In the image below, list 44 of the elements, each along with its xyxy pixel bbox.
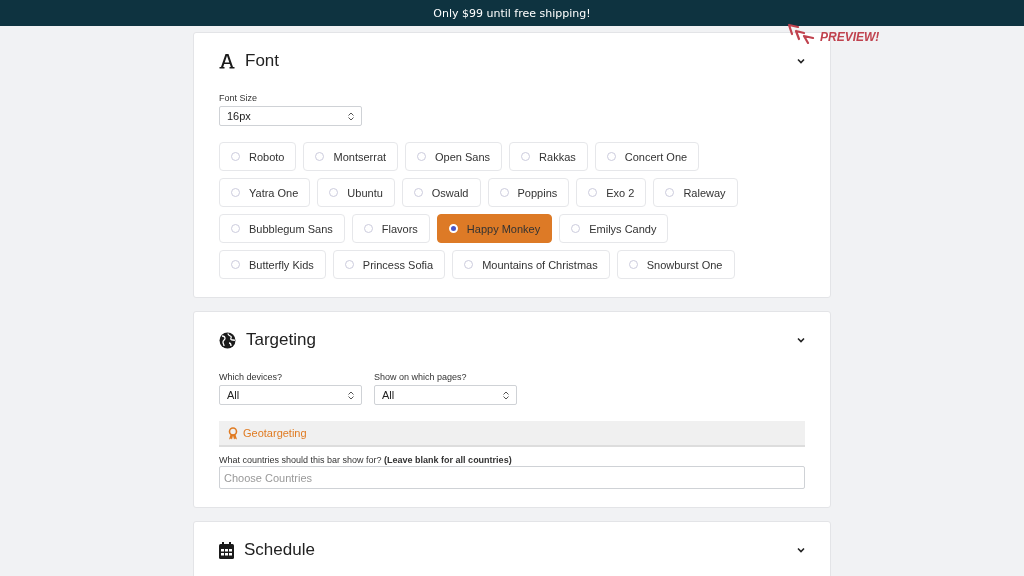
font-option[interactable]: Exo 2 <box>576 178 647 207</box>
sort-caret-icon <box>348 390 354 400</box>
field-label: What countries should this bar show for? (Leave blank for all countries) <box>219 455 513 465</box>
font-option[interactable]: Butterfly Kids <box>219 250 326 279</box>
globe-icon <box>219 331 236 349</box>
font-option[interactable]: Flavors <box>351 214 430 243</box>
geotargeting-title: Geotargeting <box>243 427 307 439</box>
font-option[interactable]: Bubblegum Sans <box>219 214 345 243</box>
section-title: Font <box>245 51 281 71</box>
chevron-icon[interactable] <box>797 337 805 343</box>
font-option[interactable]: Oswald <box>401 178 481 207</box>
font-option[interactable]: Happy Monkey <box>436 214 553 243</box>
announcement-text: Only $99 until free shipping! <box>433 6 591 20</box>
font-option[interactable]: Snowburst One <box>616 250 735 279</box>
font-option[interactable]: Yatra One <box>219 178 311 207</box>
section-title: Schedule <box>244 540 316 560</box>
countries-field[interactable]: Choose Countries <box>219 466 805 489</box>
preview-label: PREVIEW! <box>820 30 880 44</box>
field-label: Show on which pages? <box>374 372 468 382</box>
sort-caret-icon <box>503 390 509 400</box>
select-field[interactable]: All <box>374 385 517 405</box>
font-option[interactable]: Raleway <box>653 178 738 207</box>
section-title: Targeting <box>246 330 317 350</box>
calendar-icon <box>219 541 234 559</box>
font-option[interactable]: Roboto <box>219 142 297 171</box>
font-option[interactable]: Poppins <box>487 178 570 207</box>
select-field[interactable]: 16px <box>219 106 362 126</box>
arrow-icon <box>786 22 816 44</box>
chevron-icon[interactable] <box>797 547 805 553</box>
font-option[interactable]: Concert One <box>594 142 700 171</box>
font-option[interactable]: Princess Sofia <box>332 250 446 279</box>
font-option[interactable]: Rakkas <box>509 142 588 171</box>
font-option[interactable]: Mountains of Christmas <box>452 250 610 279</box>
sort-caret-icon <box>348 111 354 121</box>
field-label: Which devices? <box>219 372 284 382</box>
font-icon <box>219 53 235 69</box>
font-option[interactable]: Ubuntu <box>317 178 395 207</box>
award-icon <box>228 426 238 440</box>
select-field[interactable]: All <box>219 385 362 405</box>
font-option[interactable]: Open Sans <box>405 142 503 171</box>
font-option[interactable]: Montserrat <box>303 142 399 171</box>
field-label: Font Size <box>219 93 259 103</box>
chevron-icon[interactable] <box>797 58 805 64</box>
font-option[interactable]: Emilys Candy <box>559 214 669 243</box>
